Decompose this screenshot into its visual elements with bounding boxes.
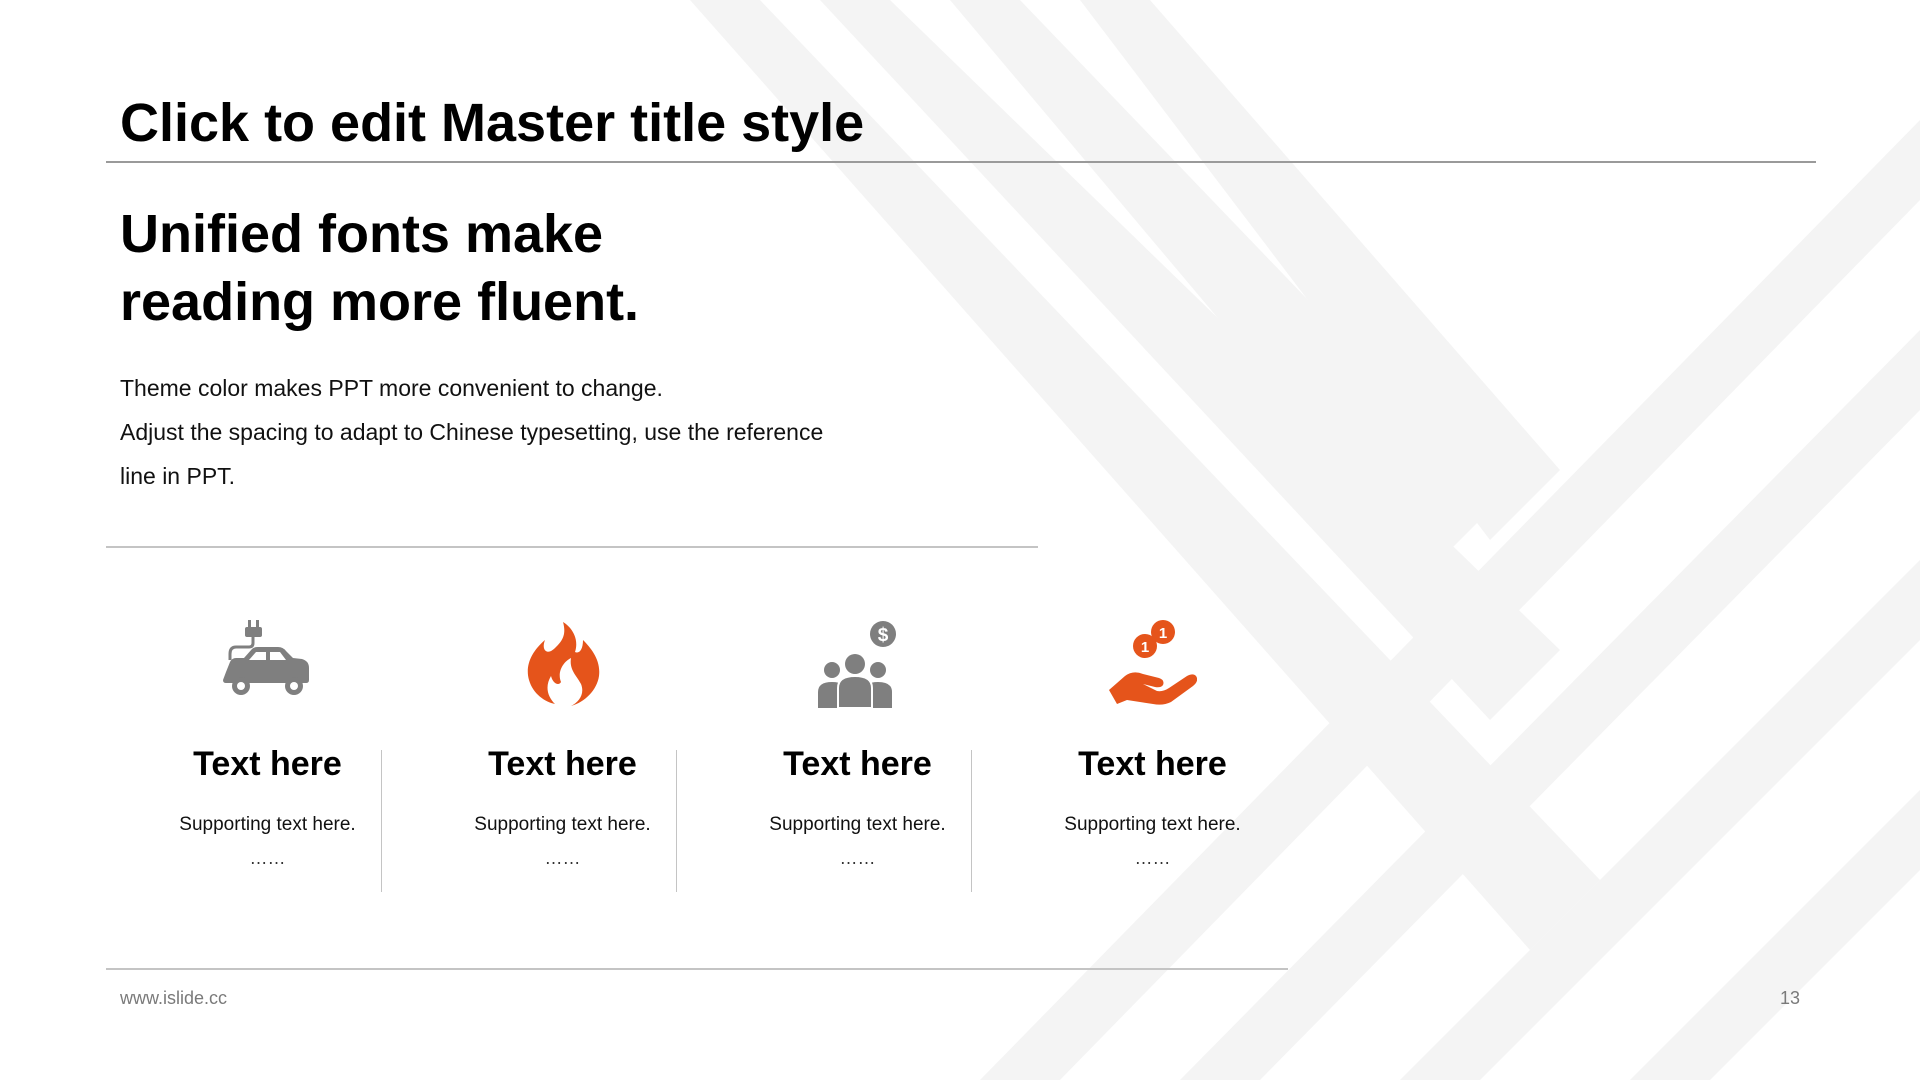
feature-divider [381,750,382,892]
title-underline [106,161,1816,163]
feature-ellipsis: …… [544,848,581,868]
svg-text:1: 1 [1159,625,1167,642]
feature-subtitle: Supporting text here. [769,814,946,835]
flame-icon [517,620,607,710]
feature-item: $ Text here Supporting text here. …… [710,620,1005,890]
feature-item: Text here Supporting text here. …… [120,620,415,890]
slide-heading: Unified fonts make reading more fluent. [120,200,639,336]
feature-ellipsis: …… [839,848,876,868]
footer-divider [106,968,1288,970]
feature-subtitle: Supporting text here. [1064,814,1241,835]
feature-title: Text here [488,745,637,783]
body-line: Adjust the spacing to adapt to Chinese t… [120,419,824,445]
heading-line: reading more fluent. [120,272,640,332]
footer-url[interactable]: www.islide.cc [120,988,227,1009]
feature-divider [971,750,972,892]
feature-subtitle: Supporting text here. [474,814,651,835]
body-paragraph: Theme color makes PPT more convenient to… [120,366,880,498]
feature-divider [676,750,677,892]
body-line: line in PPT. [120,463,236,489]
electric-car-icon [222,620,312,710]
page-number: 13 [1779,988,1800,1008]
body-line: Theme color makes PPT more convenient to… [120,375,663,401]
feature-subtitle: Supporting text here. [179,814,356,835]
feature-item: Text here Supporting text here. …… [415,620,710,890]
feature-title: Text here [193,745,342,783]
feature-item: 1 1 Text here Supporting text here. …… [1005,620,1300,890]
svg-text:$: $ [878,625,889,646]
hand-coins-icon: 1 1 [1107,620,1197,710]
people-money-icon: $ [812,620,902,710]
section-divider [106,546,1038,548]
feature-ellipsis: …… [1134,848,1171,868]
feature-title: Text here [1078,745,1227,783]
feature-ellipsis: …… [249,848,286,868]
page-title: Click to edit Master title style [120,93,865,153]
svg-text:1: 1 [1141,639,1149,656]
heading-line: Unified fonts make [120,204,604,264]
feature-title: Text here [783,745,932,783]
